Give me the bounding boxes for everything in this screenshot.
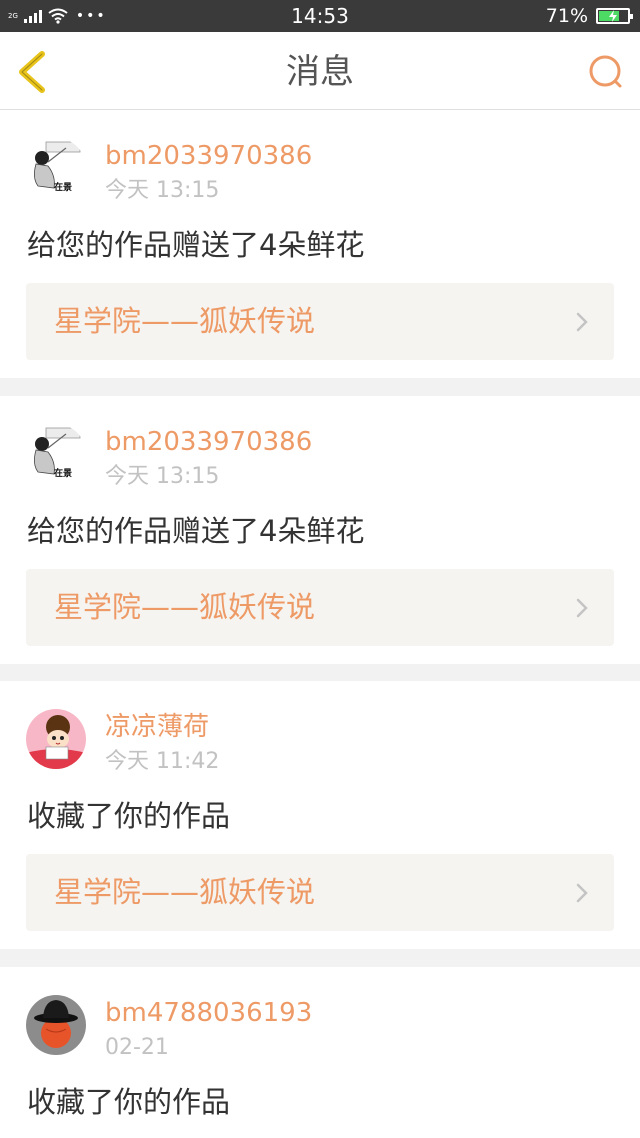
search-icon[interactable] <box>586 52 626 92</box>
message-text: 收藏了你的作品 <box>27 1085 231 1119</box>
message-card[interactable]: 在景 bm2033970386 今天 13:15 给您的作品赠送了4朵鲜花 星学… <box>0 396 640 664</box>
nav-bar: 消息 <box>0 32 640 110</box>
username[interactable]: bm4788036193 <box>105 997 312 1029</box>
charging-icon <box>609 10 617 22</box>
chevron-right-icon <box>576 883 588 903</box>
chevron-right-icon <box>576 312 588 332</box>
message-time: 02-21 <box>105 1035 169 1060</box>
message-card[interactable]: 在景 bm2033970386 今天 13:15 给您的作品赠送了4朵鲜花 星学… <box>0 110 640 378</box>
avatar-text: 在景 <box>54 467 72 479</box>
avatar-cartoon-girl-icon <box>26 709 86 769</box>
username[interactable]: 凉凉薄荷 <box>105 711 209 743</box>
user-avatar[interactable]: 在景 <box>26 424 86 484</box>
message-card[interactable]: bm4788036193 02-21 收藏了你的作品 <box>0 967 640 1138</box>
username[interactable]: bm2033970386 <box>105 426 312 458</box>
chevron-right-icon <box>576 598 588 618</box>
message-text: 收藏了你的作品 <box>27 799 231 833</box>
message-time: 今天 13:15 <box>105 178 220 203</box>
user-avatar[interactable] <box>26 995 86 1055</box>
page-title: 消息 <box>286 52 354 92</box>
work-link[interactable]: 星学院——狐妖传说 <box>26 854 614 931</box>
battery-icon <box>596 8 633 24</box>
work-title: 星学院——狐妖传说 <box>54 875 316 909</box>
battery-percent: 71% <box>545 5 588 27</box>
work-link[interactable]: 星学院——狐妖传说 <box>26 569 614 646</box>
message-text: 给您的作品赠送了4朵鲜花 <box>27 228 365 262</box>
status-bar: 2G ••• 14:53 71% <box>0 0 640 32</box>
message-text: 给您的作品赠送了4朵鲜花 <box>27 514 365 548</box>
status-time: 14:53 <box>291 4 349 28</box>
work-title: 星学院——狐妖传说 <box>54 590 316 624</box>
user-avatar[interactable] <box>26 709 86 769</box>
work-link[interactable]: 星学院——狐妖传说 <box>26 283 614 360</box>
message-card[interactable]: 凉凉薄荷 今天 11:42 收藏了你的作品 星学院——狐妖传说 <box>0 681 640 949</box>
avatar-hat-orange-icon <box>26 995 86 1055</box>
avatar-drawing-icon: 在景 <box>26 138 86 198</box>
work-title: 星学院——狐妖传说 <box>54 304 316 338</box>
avatar-drawing-icon: 在景 <box>26 424 86 484</box>
user-avatar[interactable]: 在景 <box>26 138 86 198</box>
username[interactable]: bm2033970386 <box>105 140 312 172</box>
message-time: 今天 11:42 <box>105 749 220 774</box>
message-time: 今天 13:15 <box>105 464 220 489</box>
battery-status: 71% <box>545 5 633 27</box>
avatar-text: 在景 <box>54 181 72 193</box>
